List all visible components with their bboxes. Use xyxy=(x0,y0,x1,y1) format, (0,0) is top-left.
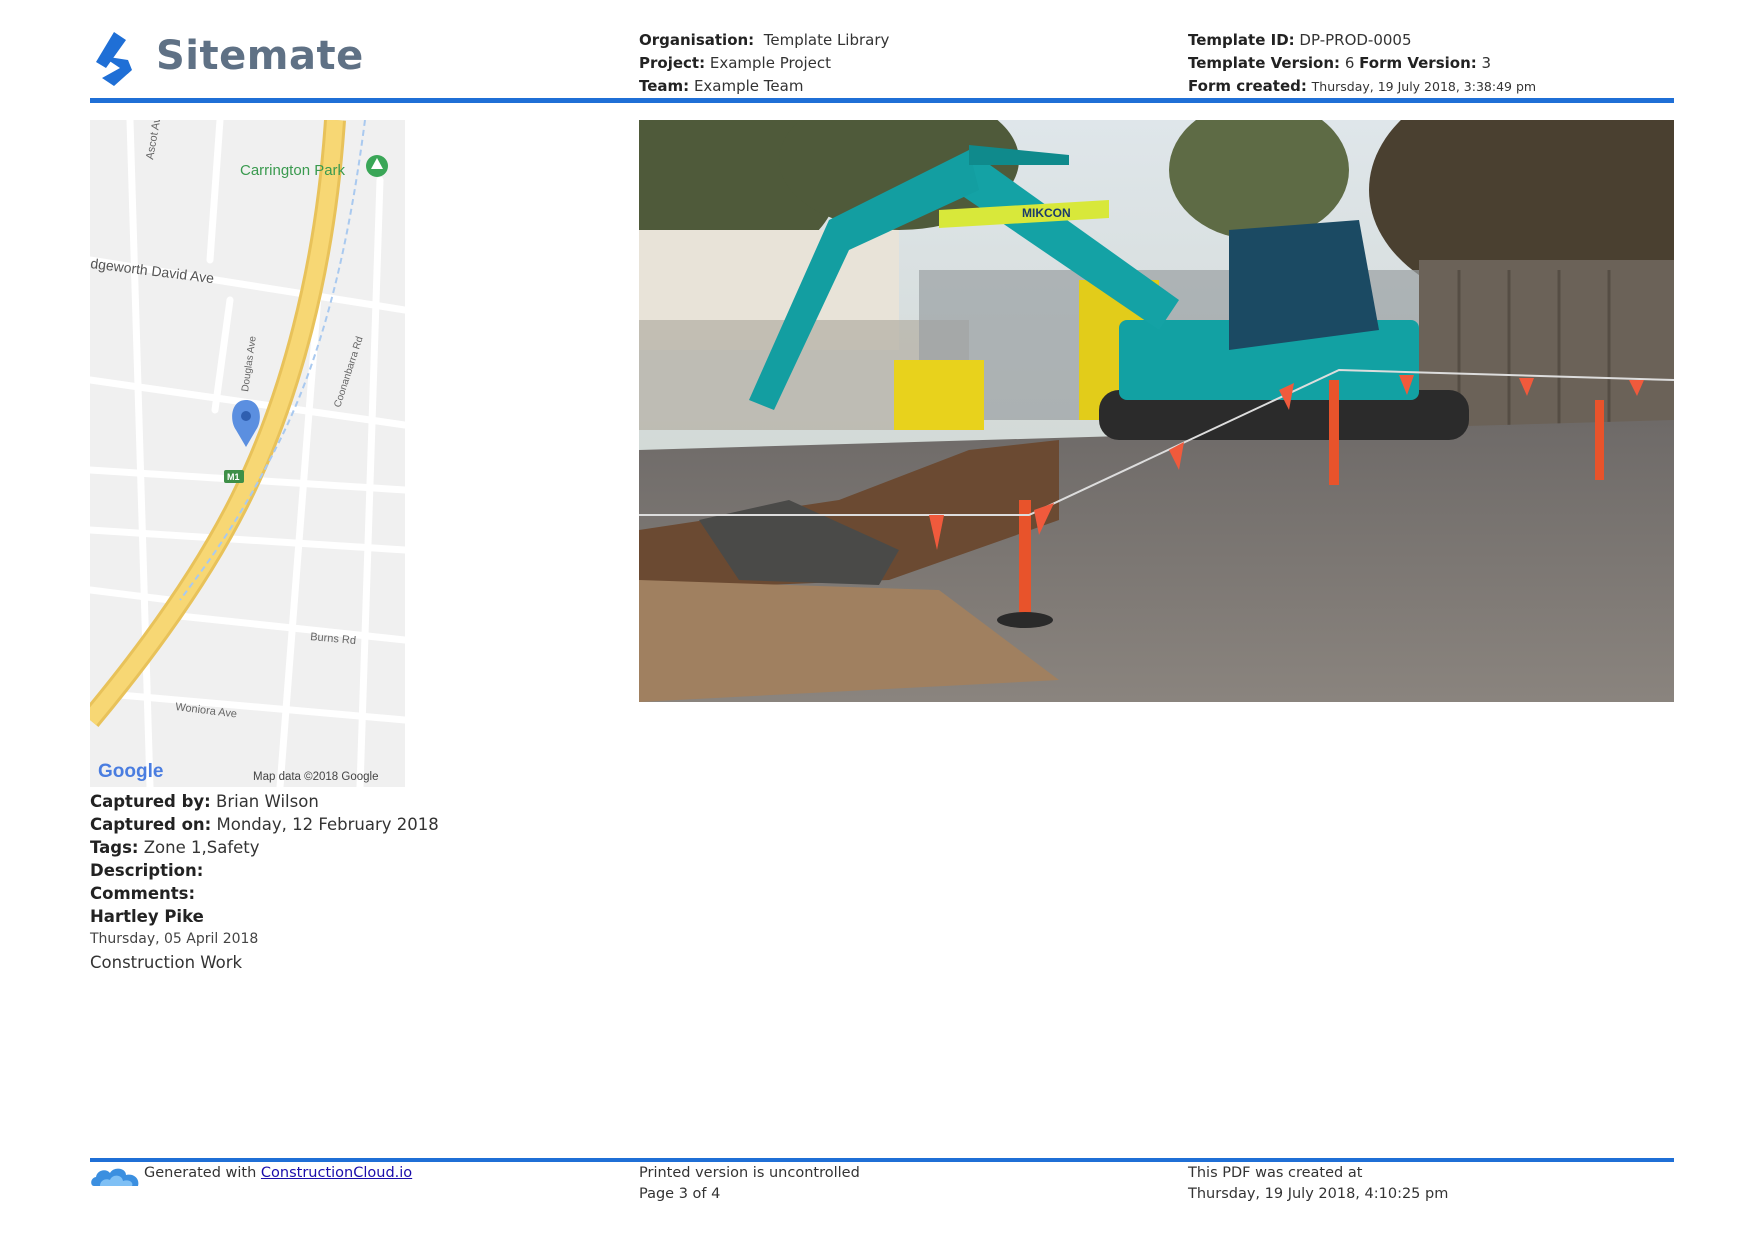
constructioncloud-link[interactable]: ConstructionCloud.io xyxy=(261,1165,412,1181)
team-value: Example Team xyxy=(693,77,804,95)
footer-center: Printed version is uncontrolled Page 3 o… xyxy=(639,1163,860,1205)
template-id-value: DP-PROD-0005 xyxy=(1299,31,1412,49)
pdf-created-label: This PDF was created at xyxy=(1188,1165,1363,1181)
tags-label: Tags: xyxy=(90,838,139,857)
map-label-park: Carrington Park xyxy=(240,162,346,179)
excavator-signage: MIKCON xyxy=(1022,206,1071,220)
organisation-label: Organisation: xyxy=(639,31,755,49)
team-label: Team: xyxy=(639,77,690,95)
site-photo: MIKCON xyxy=(639,120,1674,702)
header-meta-template: Template ID: DP-PROD-0005 Template Versi… xyxy=(1188,29,1536,98)
sitemate-logo-icon xyxy=(96,32,132,86)
capture-details: Captured by: Brian Wilson Captured on: M… xyxy=(90,790,439,974)
signer-name: Hartley Pike xyxy=(90,907,204,926)
form-created-label: Form created: xyxy=(1188,77,1307,95)
captured-on-value: Monday, 12 February 2018 xyxy=(216,815,439,834)
cloud-logo-icon xyxy=(91,1168,139,1186)
form-version-label: Form Version: xyxy=(1359,54,1477,72)
captured-by-label: Captured by: xyxy=(90,792,211,811)
location-map: Ascot Ave Carrington Park dgeworth David… xyxy=(90,120,405,787)
description-label: Description: xyxy=(90,861,204,880)
map-attribution: Map data ©2018 Google xyxy=(253,771,378,783)
template-version-value: 6 xyxy=(1344,54,1355,72)
header-divider xyxy=(90,98,1674,103)
project-label: Project: xyxy=(639,54,706,72)
pdf-created-value: Thursday, 19 July 2018, 4:10:25 pm xyxy=(1188,1186,1449,1202)
generated-text: Generated with xyxy=(144,1165,257,1181)
footer-right: This PDF was created at Thursday, 19 Jul… xyxy=(1188,1163,1448,1205)
google-logo: Google xyxy=(98,761,163,782)
footer-generated: Generated with ConstructionCloud.io xyxy=(144,1163,412,1184)
organisation-value: Template Library xyxy=(763,31,890,49)
form-created-value: Thursday, 19 July 2018, 3:38:49 pm xyxy=(1311,79,1537,94)
captured-by-value: Brian Wilson xyxy=(216,792,319,811)
uncontrolled-notice: Printed version is uncontrolled xyxy=(639,1165,860,1181)
header-meta-org: Organisation: Template Library Project: … xyxy=(639,29,889,98)
project-value: Example Project xyxy=(709,54,832,72)
footer-divider xyxy=(90,1158,1674,1162)
signer-role: Construction Work xyxy=(90,953,243,972)
brand-name: Sitemate xyxy=(156,33,364,79)
form-version-value: 3 xyxy=(1481,54,1492,72)
map-label-m1: M1 xyxy=(227,472,240,482)
captured-on-label: Captured on: xyxy=(90,815,212,834)
signer-date: Thursday, 05 April 2018 xyxy=(90,931,259,947)
template-id-label: Template ID: xyxy=(1188,31,1295,49)
page-number: Page 3 of 4 xyxy=(639,1186,721,1202)
tags-value: Zone 1,Safety xyxy=(143,838,260,857)
template-version-label: Template Version: xyxy=(1188,54,1341,72)
comments-label: Comments: xyxy=(90,884,196,903)
